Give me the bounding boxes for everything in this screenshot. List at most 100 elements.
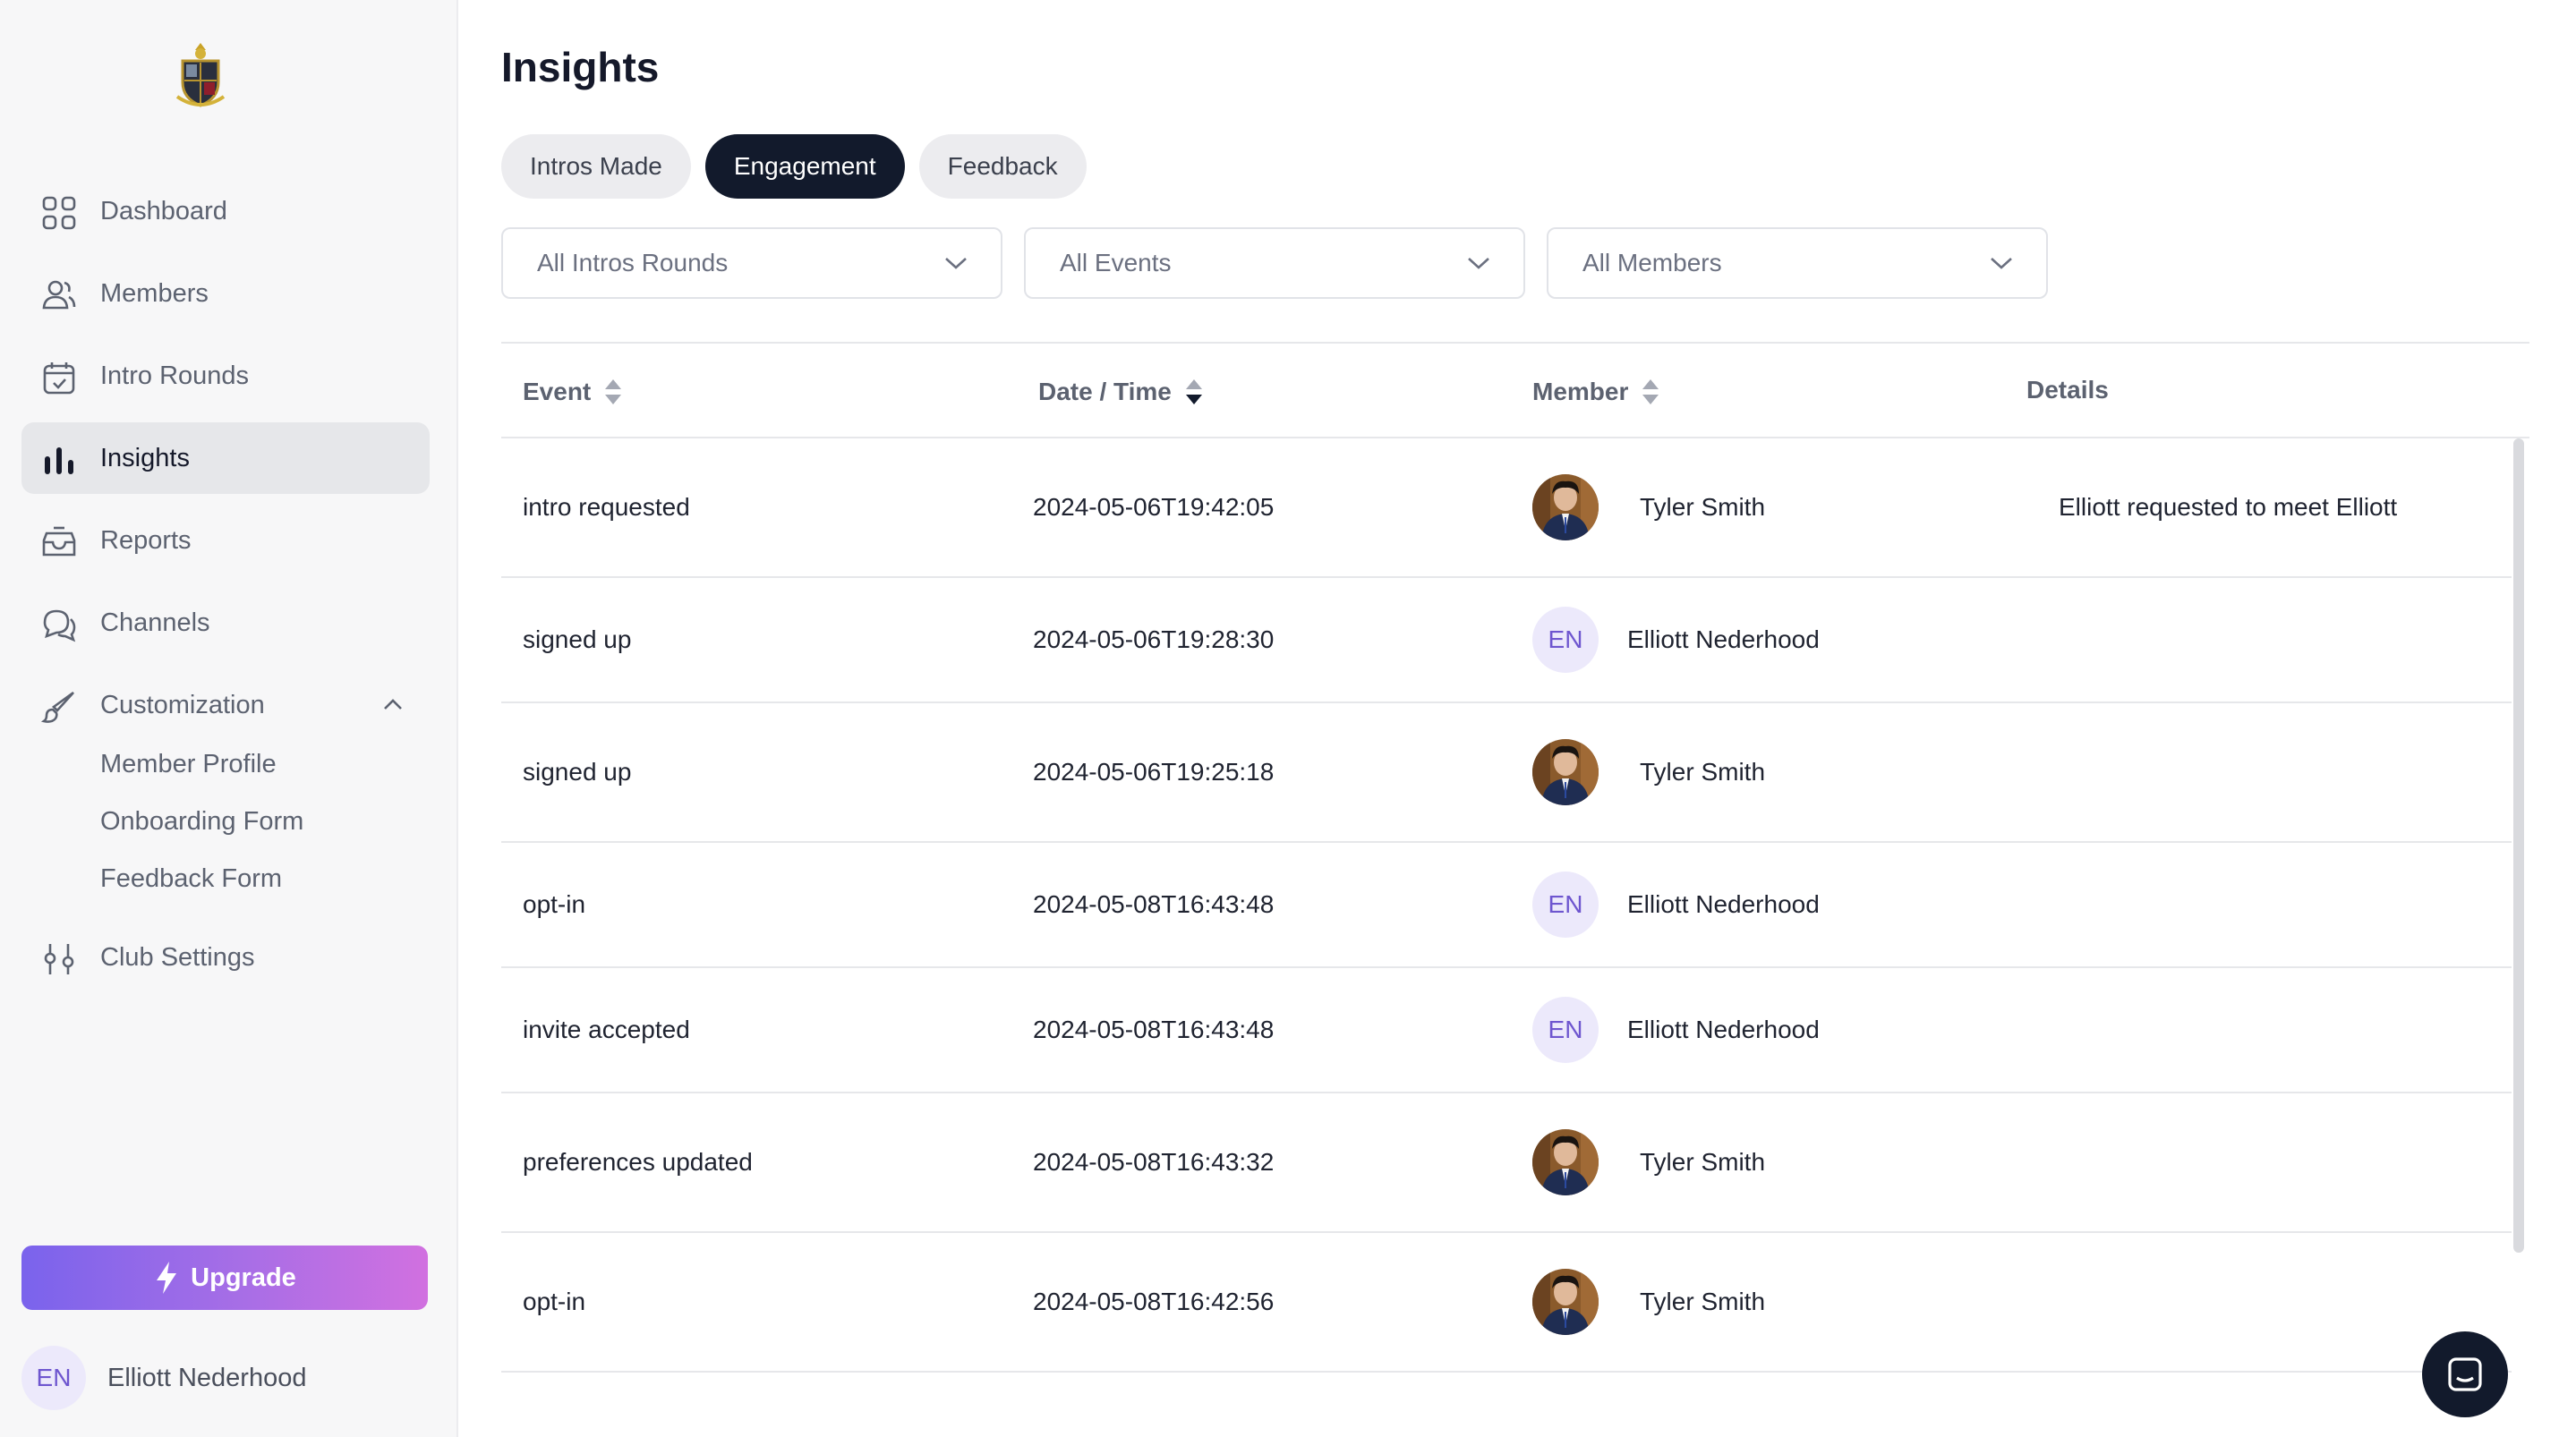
- sidebar-item-label: Insights: [100, 443, 190, 472]
- datetime-cell: 2024-05-06T19:28:30: [1033, 625, 1275, 653]
- sidebar-item-label: Reports: [100, 525, 192, 555]
- members-select[interactable]: All Members: [1547, 227, 2048, 299]
- sort-icon: [1642, 379, 1659, 404]
- member-cell[interactable]: EN Elliott Nederhood: [1532, 872, 1820, 938]
- sidebar-item-reports[interactable]: Reports: [21, 505, 430, 576]
- sidebar-item-dashboard[interactable]: Dashboard: [21, 175, 430, 247]
- datetime-cell: 2024-05-06T19:25:18: [1033, 758, 1275, 786]
- column-label: Date / Time: [1038, 378, 1172, 405]
- sliders-icon: [44, 944, 74, 974]
- member-photo: [1532, 739, 1599, 805]
- datetime-cell: 2024-05-08T16:43:48: [1033, 890, 1275, 918]
- insights-tabs: Intros Made Engagement Feedback: [501, 134, 1087, 199]
- chevron-up-icon[interactable]: [381, 696, 405, 714]
- sidebar-item-label: Dashboard: [100, 196, 227, 225]
- current-user[interactable]: EN Elliott Nederhood: [21, 1346, 306, 1410]
- page-title: Insights: [501, 44, 660, 90]
- member-cell[interactable]: Tyler Smith: [1532, 1129, 1765, 1195]
- sidebar-item-members[interactable]: Members: [21, 258, 430, 329]
- sidebar-item-intro-rounds[interactable]: Intro Rounds: [21, 340, 430, 412]
- sidebar-item-label: Channels: [100, 608, 210, 637]
- sidebar-nav-bottom: Club Settings: [21, 922, 430, 1004]
- member-name: Elliott Nederhood: [1627, 625, 1820, 653]
- sidebar-item-label: Intro Rounds: [100, 361, 250, 390]
- member-name: Elliott Nederhood: [1627, 890, 1820, 918]
- avatar: [1532, 1129, 1599, 1195]
- user-name: Elliott Nederhood: [107, 1363, 307, 1392]
- sidebar-item-label: Members: [100, 278, 209, 308]
- member-name: Tyler Smith: [1640, 1288, 1766, 1315]
- sidebar-item-club-settings[interactable]: Club Settings: [21, 922, 430, 993]
- member-name: Tyler Smith: [1640, 1148, 1766, 1176]
- member-cell[interactable]: EN Elliott Nederhood: [1532, 607, 1820, 673]
- member-photo: [1532, 1269, 1599, 1335]
- member-cell[interactable]: Tyler Smith: [1532, 1269, 1765, 1335]
- avatar: EN: [1532, 872, 1599, 938]
- table-header: Event Date / Time Member Details: [501, 342, 2529, 438]
- sidebar-item-label: Club Settings: [100, 942, 255, 972]
- event-cell: invite accepted: [523, 1016, 690, 1043]
- filter-bar: All Intros Rounds All Events All Members: [501, 227, 2048, 299]
- intro-rounds-select[interactable]: All Intros Rounds: [501, 227, 1002, 299]
- subnav-onboarding-form[interactable]: Onboarding Form: [100, 793, 303, 850]
- main-content: Insights Intros Made Engagement Feedback…: [458, 0, 2576, 1437]
- member-cell[interactable]: Tyler Smith: [1532, 739, 1765, 805]
- table-row[interactable]: invite accepted 2024-05-08T16:43:48 EN Elli…: [501, 968, 2512, 1093]
- datetime-cell: 2024-05-08T16:43:32: [1033, 1148, 1275, 1176]
- chevron-down-icon: [1991, 258, 2012, 269]
- table-row[interactable]: preferences updated 2024-05-08T16:43:32 T…: [501, 1093, 2512, 1233]
- event-cell: preferences updated: [523, 1148, 753, 1176]
- sidebar-item-channels[interactable]: Channels: [21, 587, 430, 659]
- avatar: EN: [1532, 607, 1599, 673]
- tab-engagement[interactable]: Engagement: [704, 134, 905, 199]
- subnav-feedback-form[interactable]: Feedback Form: [100, 850, 303, 907]
- table-row[interactable]: signed up 2024-05-06T19:25:18 Tyler Smith: [501, 703, 2512, 843]
- member-name: Elliott Nederhood: [1627, 1016, 1820, 1043]
- column-header-details: Details: [2026, 376, 2109, 404]
- avatar: [1532, 739, 1599, 805]
- avatar: EN: [1532, 997, 1599, 1063]
- members-icon: [42, 280, 76, 310]
- select-value: All Events: [1060, 249, 1172, 276]
- column-label: Member: [1532, 378, 1629, 405]
- events-select[interactable]: All Events: [1024, 227, 1525, 299]
- support-chat-button[interactable]: [2422, 1331, 2508, 1417]
- inbox-tray-icon: [42, 526, 76, 557]
- table-scrollbar[interactable]: [2513, 438, 2524, 1253]
- table-row[interactable]: opt-in 2024-05-08T16:43:48 EN Elliott Neder…: [501, 843, 2512, 968]
- chevron-down-icon: [1468, 258, 1489, 269]
- subnav-member-profile[interactable]: Member Profile: [100, 736, 303, 793]
- column-header-date-time[interactable]: Date / Time: [1038, 378, 1204, 406]
- calendar-check-icon: [43, 362, 75, 395]
- club-crest-logo[interactable]: [174, 41, 227, 111]
- column-header-event[interactable]: Event: [523, 378, 623, 406]
- lightning-icon: [157, 1262, 177, 1294]
- column-label: Details: [2026, 376, 2109, 404]
- upgrade-button[interactable]: Upgrade: [21, 1246, 428, 1310]
- sidebar: Dashboard Members Intro Rounds Insights: [0, 0, 458, 1437]
- column-label: Event: [523, 378, 592, 405]
- table-row[interactable]: signed up 2024-05-06T19:28:30 EN Elliott Ne…: [501, 578, 2512, 703]
- datetime-cell: 2024-05-08T16:42:56: [1033, 1288, 1275, 1315]
- member-cell[interactable]: Tyler Smith: [1532, 474, 1765, 540]
- chat-launcher-icon: [2448, 1357, 2482, 1391]
- tab-intros-made[interactable]: Intros Made: [501, 134, 691, 199]
- select-value: All Members: [1582, 249, 1722, 276]
- sidebar-nav: Dashboard Members Intro Rounds Insights: [21, 175, 430, 752]
- event-cell: signed up: [523, 625, 632, 653]
- event-cell: signed up: [523, 758, 632, 786]
- event-cell: intro requested: [523, 493, 690, 521]
- avatar: EN: [21, 1346, 86, 1410]
- sidebar-item-insights[interactable]: Insights: [21, 422, 430, 494]
- table-row[interactable]: intro requested 2024-05-06T19:42:05 Tyler…: [501, 438, 2512, 578]
- customization-subnav: Member Profile Onboarding Form Feedback …: [100, 736, 303, 907]
- tab-feedback[interactable]: Feedback: [918, 134, 1087, 199]
- sort-icon: [1185, 379, 1202, 404]
- member-photo: [1532, 1129, 1599, 1195]
- chat-bubbles-icon: [43, 609, 76, 642]
- sidebar-item-customization[interactable]: Customization: [21, 669, 430, 741]
- member-cell[interactable]: EN Elliott Nederhood: [1532, 997, 1820, 1063]
- table-row[interactable]: opt-in 2024-05-08T16:42:56 Tyler Smith: [501, 1233, 2512, 1373]
- member-photo: [1532, 474, 1599, 540]
- column-header-member[interactable]: Member: [1532, 378, 1660, 406]
